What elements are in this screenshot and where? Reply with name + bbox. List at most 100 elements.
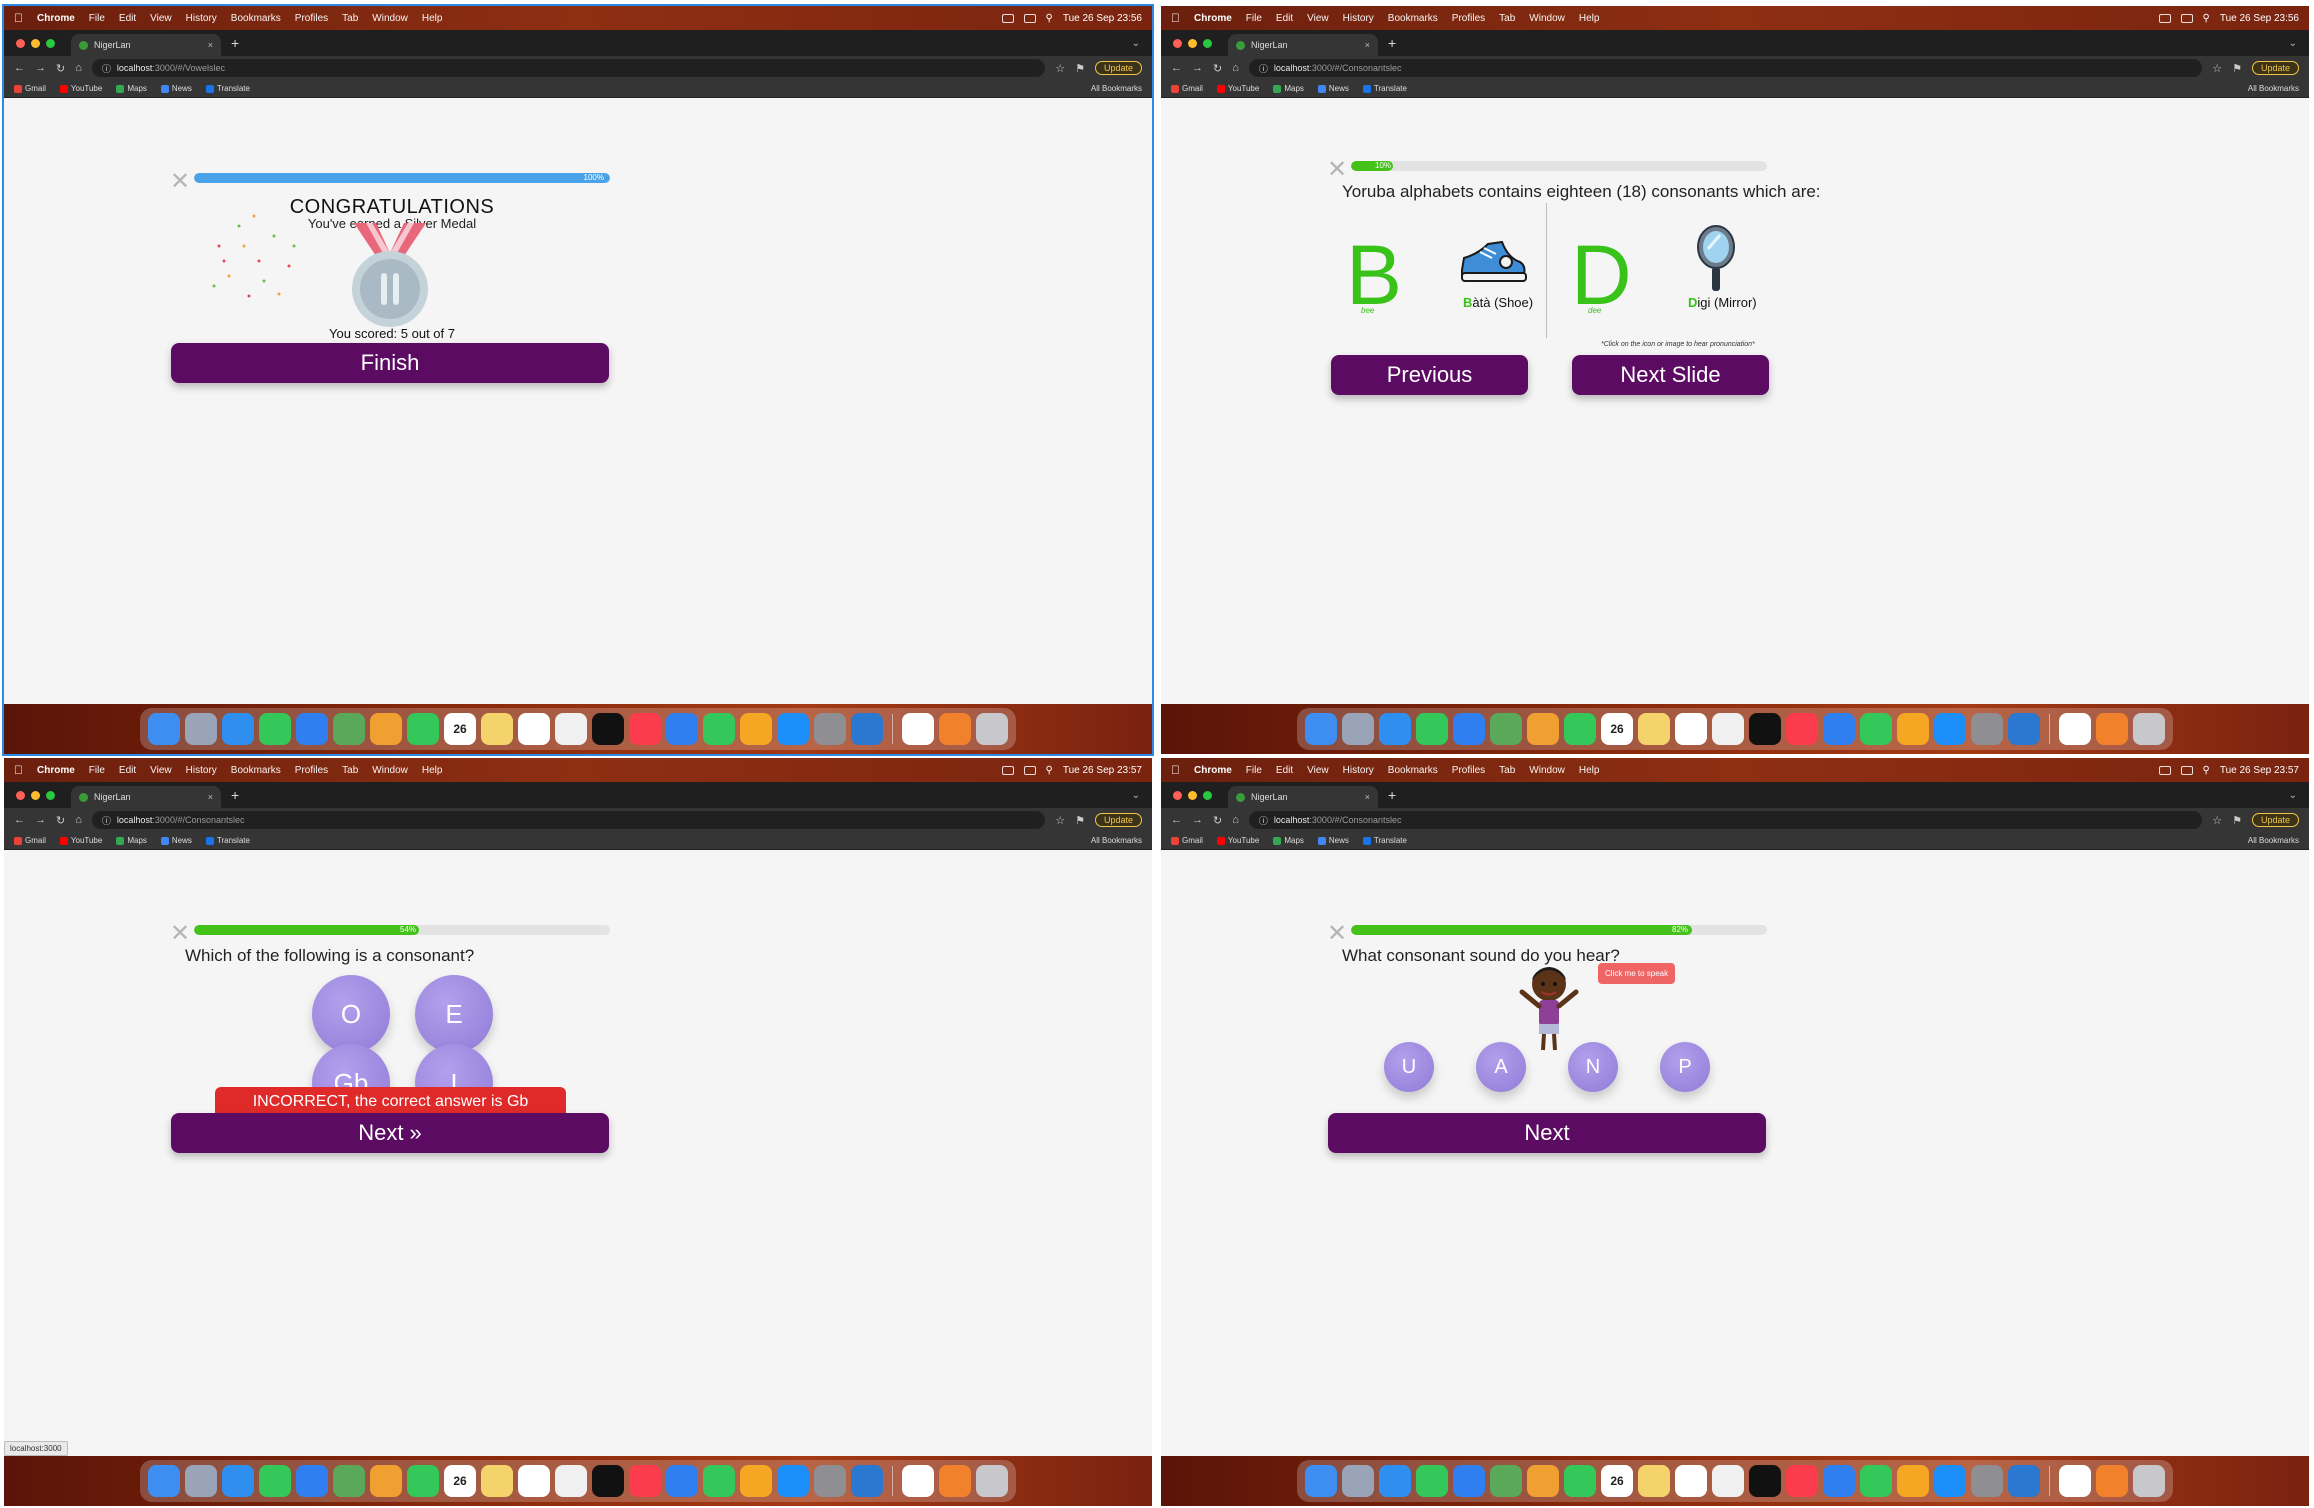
freeform-icon[interactable]	[555, 1465, 587, 1497]
all-bookmarks[interactable]: All Bookmarks	[1091, 84, 1142, 93]
reminders-icon[interactable]	[1675, 1465, 1707, 1497]
apple-icon[interactable]: 	[1171, 763, 1180, 777]
numbers-icon[interactable]	[703, 713, 735, 745]
info-icon[interactable]: ⓘ	[1259, 814, 1268, 827]
menu-edit[interactable]: Edit	[1276, 13, 1293, 24]
minimize-window-button[interactable]	[1188, 790, 1197, 800]
wifi-icon[interactable]	[1023, 765, 1036, 775]
settings-icon[interactable]	[1971, 713, 2003, 745]
menu-help[interactable]: Help	[1579, 13, 1600, 24]
address-bar[interactable]: ⓘ localhost:3000/#/Vowelslec	[91, 59, 1046, 77]
calendar-icon[interactable]: 26	[444, 713, 476, 745]
keynote-icon[interactable]	[666, 713, 698, 745]
bookmark-news[interactable]: News	[160, 84, 192, 93]
menubar-app-name[interactable]: Chrome	[37, 765, 75, 776]
menu-view[interactable]: View	[1307, 765, 1329, 776]
apple-icon[interactable]: 	[14, 11, 23, 25]
mail-icon[interactable]	[1453, 1465, 1485, 1497]
appstore-icon[interactable]	[1934, 1465, 1966, 1497]
search-icon[interactable]: ⚲	[2203, 765, 2210, 776]
browser-tab[interactable]: NigerLan ×	[71, 786, 221, 808]
pages-icon[interactable]	[1897, 1465, 1929, 1497]
option-u[interactable]: U	[1384, 1042, 1434, 1092]
new-tab-icon[interactable]: +	[1388, 787, 1396, 803]
vscode-icon[interactable]	[2008, 713, 2040, 745]
extensions-icon[interactable]: ⚑	[2232, 814, 2242, 827]
menu-help[interactable]: Help	[422, 765, 443, 776]
numbers-icon[interactable]	[1860, 1465, 1892, 1497]
zoom-window-button[interactable]	[1203, 790, 1212, 800]
menu-help[interactable]: Help	[422, 13, 443, 24]
bookmark-news[interactable]: News	[1317, 836, 1349, 845]
freeform-icon[interactable]	[1712, 713, 1744, 745]
update-button[interactable]: Update	[2251, 61, 2299, 75]
appstore-icon[interactable]	[777, 1465, 809, 1497]
back-icon[interactable]: ←	[14, 62, 25, 74]
info-icon[interactable]: ⓘ	[102, 62, 111, 75]
previous-button[interactable]: Previous	[1331, 355, 1528, 395]
bookmark-star-icon[interactable]: ☆	[2212, 62, 2222, 75]
mail-icon[interactable]	[296, 1465, 328, 1497]
bookmark-news[interactable]: News	[160, 836, 192, 845]
battery-icon[interactable]	[2158, 765, 2171, 775]
notes-icon[interactable]	[1638, 1465, 1670, 1497]
bookmark-youtube[interactable]: YouTube	[1216, 836, 1259, 845]
maps-icon[interactable]	[1490, 1465, 1522, 1497]
safari-icon[interactable]	[222, 713, 254, 745]
new-tab-icon[interactable]: +	[1388, 35, 1396, 51]
pages-icon[interactable]	[740, 713, 772, 745]
menu-bookmarks[interactable]: Bookmarks	[231, 13, 281, 24]
chrome-icon[interactable]	[2059, 713, 2091, 745]
bookmark-youtube[interactable]: YouTube	[59, 836, 102, 845]
launchpad-icon[interactable]	[185, 713, 217, 745]
tv-icon[interactable]	[592, 1465, 624, 1497]
back-icon[interactable]: ←	[14, 814, 25, 826]
forward-icon[interactable]: →	[1192, 62, 1203, 74]
numbers-icon[interactable]	[1860, 713, 1892, 745]
menu-tab[interactable]: Tab	[1499, 765, 1515, 776]
menu-profiles[interactable]: Profiles	[1452, 13, 1485, 24]
maps-icon[interactable]	[333, 1465, 365, 1497]
menu-file[interactable]: File	[89, 13, 105, 24]
address-bar[interactable]: ⓘ localhost:3000/#/Consonantslec	[1248, 59, 2203, 77]
vscode-icon[interactable]	[851, 713, 883, 745]
option-p[interactable]: P	[1660, 1042, 1710, 1092]
launchpad-icon[interactable]	[1342, 1465, 1374, 1497]
pen-icon[interactable]	[2096, 1465, 2128, 1497]
battery-icon[interactable]	[1001, 13, 1014, 23]
safari-icon[interactable]	[1379, 713, 1411, 745]
photos-icon[interactable]	[370, 1465, 402, 1497]
bookmark-gmail[interactable]: Gmail	[14, 84, 46, 93]
minimize-window-button[interactable]	[31, 38, 40, 48]
close-tab-icon[interactable]: ×	[1365, 40, 1370, 50]
bookmark-gmail[interactable]: Gmail	[14, 836, 46, 845]
forward-icon[interactable]: →	[35, 62, 46, 74]
trash-icon[interactable]	[2133, 713, 2165, 745]
appstore-icon[interactable]	[777, 713, 809, 745]
launchpad-icon[interactable]	[1342, 713, 1374, 745]
speaking-child-icon[interactable]	[1516, 962, 1582, 1054]
search-icon[interactable]: ⚲	[1046, 765, 1053, 776]
menu-tab[interactable]: Tab	[342, 13, 358, 24]
facetime-icon[interactable]	[407, 713, 439, 745]
finder-icon[interactable]	[148, 713, 180, 745]
menu-file[interactable]: File	[89, 765, 105, 776]
update-button[interactable]: Update	[1094, 61, 1142, 75]
maps-icon[interactable]	[333, 713, 365, 745]
menu-window[interactable]: Window	[372, 13, 408, 24]
finder-icon[interactable]	[1305, 1465, 1337, 1497]
wifi-icon[interactable]	[1023, 13, 1036, 23]
menubar-app-name[interactable]: Chrome	[37, 13, 75, 24]
tab-search-chevron-icon[interactable]: ⌄	[2289, 38, 2297, 49]
facetime-icon[interactable]	[1564, 713, 1596, 745]
calendar-icon[interactable]: 26	[444, 1465, 476, 1497]
close-window-button[interactable]	[16, 38, 25, 48]
tab-search-chevron-icon[interactable]: ⌄	[1132, 790, 1140, 801]
wifi-icon[interactable]	[2180, 13, 2193, 23]
battery-icon[interactable]	[1001, 765, 1014, 775]
settings-icon[interactable]	[1971, 1465, 2003, 1497]
calendar-icon[interactable]: 26	[1601, 713, 1633, 745]
menu-view[interactable]: View	[1307, 13, 1329, 24]
tab-search-chevron-icon[interactable]: ⌄	[1132, 38, 1140, 49]
trash-icon[interactable]	[976, 713, 1008, 745]
